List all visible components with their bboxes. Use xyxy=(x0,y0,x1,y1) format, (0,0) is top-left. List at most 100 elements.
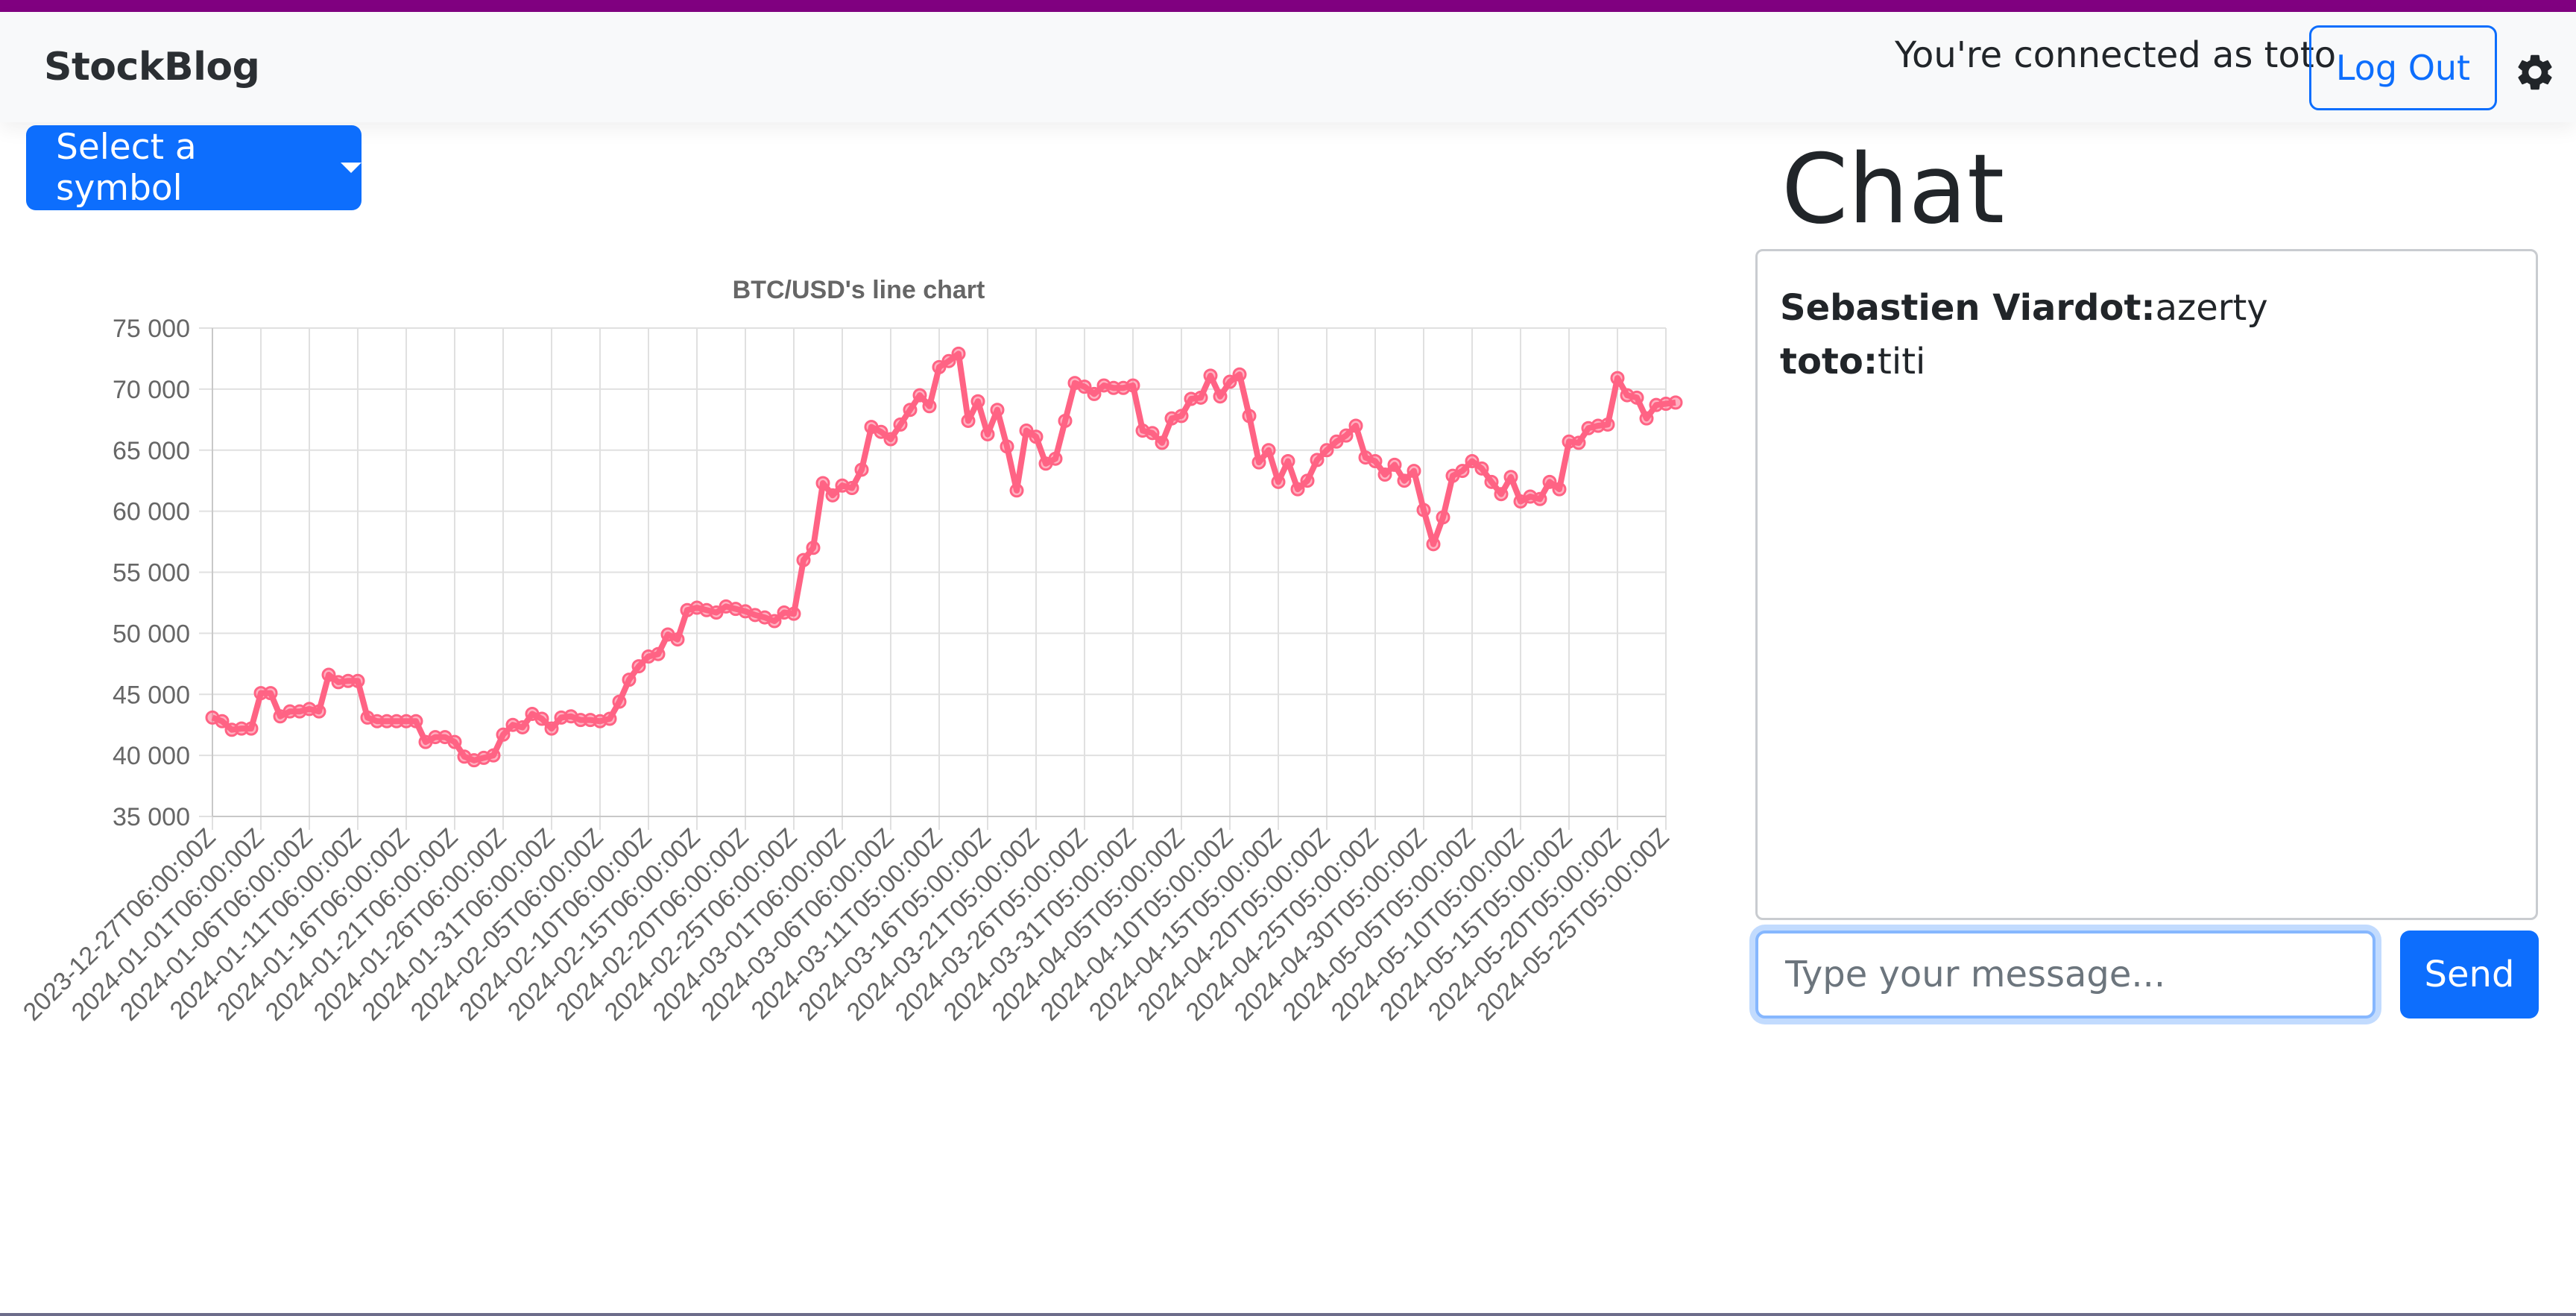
data-point xyxy=(1251,455,1266,470)
data-point xyxy=(1281,453,1295,468)
data-point xyxy=(1503,470,1518,485)
y-tick-label: 75 000 xyxy=(113,315,190,343)
y-tick-label: 70 000 xyxy=(113,376,190,404)
data-point xyxy=(1213,389,1228,404)
select-symbol-label: Select a symbol xyxy=(56,127,197,209)
data-point xyxy=(408,714,423,728)
page-bottom-border xyxy=(0,1313,2576,1316)
logout-button[interactable]: Log Out xyxy=(2309,25,2497,110)
data-point xyxy=(1193,390,1208,405)
line-chart-svg: BTC/USD's line chart 75 000 70 000 65 000 6… xyxy=(18,276,1683,1027)
data-point xyxy=(1348,418,1363,433)
data-point xyxy=(1416,503,1431,517)
data-point xyxy=(815,476,830,491)
chat-message-text: titi xyxy=(1878,341,1926,382)
data-point xyxy=(1339,428,1354,443)
data-point xyxy=(631,659,646,674)
data-point xyxy=(1155,435,1169,450)
chat-message-input[interactable] xyxy=(1755,931,2375,1019)
data-point xyxy=(244,721,259,736)
data-point xyxy=(447,734,462,749)
data-point xyxy=(1494,487,1509,502)
data-point xyxy=(1048,451,1063,466)
data-point xyxy=(1058,413,1073,428)
data-point xyxy=(903,403,918,418)
data-point xyxy=(1407,464,1421,479)
data-point xyxy=(350,673,365,688)
data-point xyxy=(951,346,966,361)
data-point xyxy=(786,606,801,621)
chat-message-text: azerty xyxy=(2155,287,2268,329)
data-point xyxy=(1368,453,1383,468)
y-tick-label: 55 000 xyxy=(113,559,190,588)
data-point xyxy=(806,541,821,555)
data-point xyxy=(1552,482,1567,497)
select-symbol-dropdown[interactable]: Select a symbol xyxy=(26,125,362,210)
chat-message-author: toto: xyxy=(1780,341,1878,382)
send-button[interactable]: Send xyxy=(2400,931,2539,1019)
data-point xyxy=(1377,467,1392,482)
data-point xyxy=(1174,409,1189,424)
data-point xyxy=(1029,429,1044,444)
y-tick-label: 40 000 xyxy=(113,742,190,770)
chat-heading: Chat xyxy=(1781,134,2005,245)
data-point xyxy=(1571,435,1586,450)
data-point xyxy=(980,426,995,441)
data-point xyxy=(496,727,511,742)
data-point xyxy=(970,394,985,409)
data-point xyxy=(1387,457,1402,472)
data-point xyxy=(912,388,927,403)
data-point xyxy=(825,488,840,503)
data-point xyxy=(670,632,685,647)
data-point xyxy=(602,711,617,726)
data-point xyxy=(1271,474,1286,489)
data-point xyxy=(961,413,976,428)
data-point xyxy=(1532,491,1547,506)
data-point xyxy=(1455,464,1470,479)
data-point xyxy=(1242,409,1257,424)
data-point xyxy=(312,704,326,719)
data-point xyxy=(1300,473,1315,488)
brand-logo-text[interactable]: StockBlog xyxy=(44,45,260,89)
data-point xyxy=(651,646,666,661)
data-point xyxy=(622,673,637,687)
data-point xyxy=(796,552,811,567)
data-point xyxy=(1009,483,1024,498)
y-tick-label: 65 000 xyxy=(113,437,190,465)
data-point xyxy=(544,721,559,736)
chat-messages-box: Sebastien Viardot:azerty toto:titi xyxy=(1755,249,2538,920)
data-point xyxy=(1436,510,1450,525)
data-point xyxy=(1000,439,1014,454)
data-point xyxy=(883,432,898,447)
data-point xyxy=(990,403,1005,418)
y-tick-label: 60 000 xyxy=(113,498,190,526)
data-point xyxy=(534,711,549,726)
data-point xyxy=(1261,443,1276,458)
gear-icon[interactable] xyxy=(2513,51,2557,94)
data-point xyxy=(1310,453,1325,467)
y-tick-label: 35 000 xyxy=(113,803,190,831)
connected-user-text: You're connected as toto xyxy=(1895,34,2337,76)
chat-message: Sebastien Viardot:azerty xyxy=(1780,281,2513,335)
data-point xyxy=(1145,426,1160,441)
data-point xyxy=(1610,371,1625,385)
data-point xyxy=(922,399,937,414)
price-chart: BTC/USD's line chart 75 000 70 000 65 000 6… xyxy=(0,254,1699,1118)
data-point xyxy=(1629,390,1644,405)
data-point xyxy=(612,694,627,709)
series-line-btc-usd xyxy=(211,350,1676,764)
data-point xyxy=(1397,473,1412,488)
data-point xyxy=(1126,378,1140,393)
data-point xyxy=(263,686,278,701)
navbar: StockBlog You're connected as toto Log O… xyxy=(0,12,2576,122)
data-point xyxy=(1474,461,1489,476)
data-point xyxy=(1639,411,1654,426)
data-point xyxy=(486,748,501,763)
y-tick-label: 45 000 xyxy=(113,681,190,709)
data-point xyxy=(1232,367,1247,382)
chat-message-author: Sebastien Viardot: xyxy=(1780,287,2156,329)
chat-message: toto:titi xyxy=(1780,335,2513,388)
data-point xyxy=(1203,368,1218,383)
y-tick-label: 50 000 xyxy=(113,620,190,648)
data-point xyxy=(1426,537,1441,552)
